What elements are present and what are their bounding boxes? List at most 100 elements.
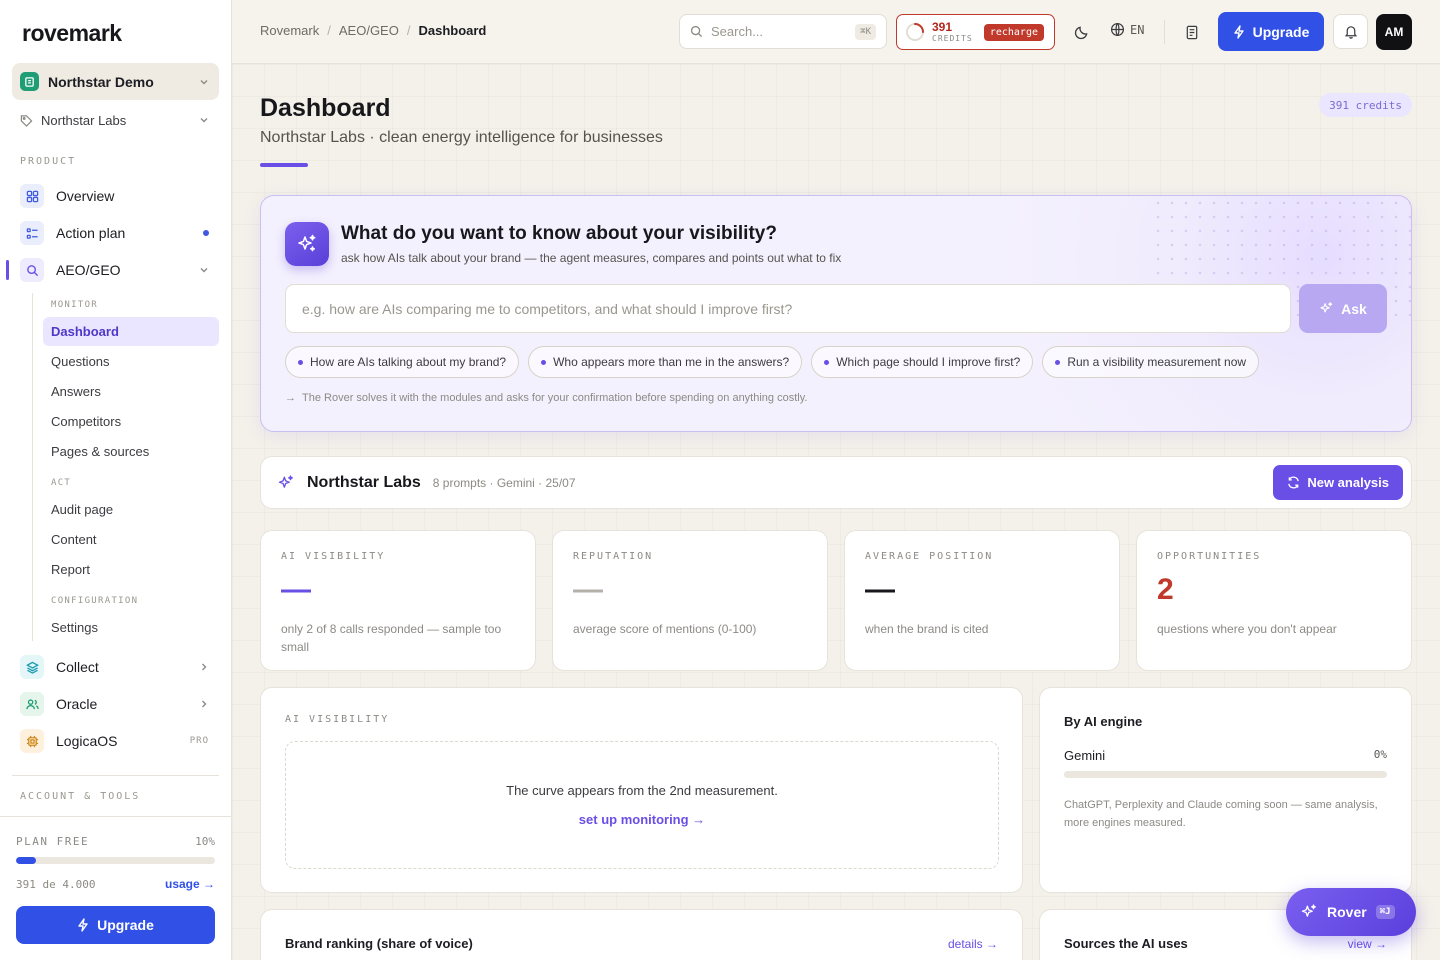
subitem-report[interactable]: Report <box>43 555 219 584</box>
document-icon[interactable] <box>1182 22 1202 42</box>
suggestion-chip[interactable]: How are AIs talking about my brand? <box>285 346 520 378</box>
active-indicator <box>6 260 9 280</box>
breadcrumb-separator: / <box>406 23 411 38</box>
chip-label: Which page should I improve first? <box>836 355 1021 369</box>
main-content: Dashboard Northstar Labs · clean energy … <box>232 64 1440 960</box>
topbar-upgrade-button[interactable]: Upgrade <box>1218 12 1324 51</box>
usage-link[interactable]: usage → <box>165 877 215 891</box>
visibility-empty-state: The curve appears from the 2nd measureme… <box>285 741 999 869</box>
list-icon <box>20 221 44 245</box>
chip-label: Run a visibility measurement now <box>1067 355 1247 369</box>
sidebar-item-label: Overview <box>56 188 115 204</box>
moon-icon[interactable] <box>1071 22 1091 42</box>
kpi-value: — <box>865 573 895 606</box>
sidebar-item-aeo-geo[interactable]: AEO/GEO <box>20 256 219 284</box>
breadcrumb-current: Dashboard <box>418 23 487 38</box>
sidebar: rovemark Northstar Demo Northstar Labs P… <box>0 0 232 960</box>
breadcrumb-item[interactable]: Rovemark <box>260 23 319 38</box>
subitem-audit-page[interactable]: Audit page <box>43 495 219 524</box>
language-select[interactable]: EN <box>1110 22 1144 37</box>
search-icon <box>690 25 703 38</box>
chip-dot <box>298 359 303 365</box>
ask-input[interactable]: e.g. how are AIs comparing me to competi… <box>285 284 1291 333</box>
sidebar-item-logicaos[interactable]: LogicaOS PRO <box>20 727 219 755</box>
visibility-card: AI VISIBILITY The curve appears from the… <box>260 687 1023 893</box>
globe-icon <box>1110 22 1125 37</box>
plan-count: 391 de 4.000 <box>16 878 96 891</box>
workspace-select[interactable]: Northstar Demo <box>12 63 219 100</box>
plan-progress-fill <box>16 857 36 864</box>
search-shortcut: ⌘K <box>855 23 876 40</box>
suggestion-chip[interactable]: Who appears more than me in the answers? <box>528 346 803 378</box>
new-analysis-label: New analysis <box>1307 475 1389 490</box>
subitem-pages-sources[interactable]: Pages & sources <box>43 437 219 466</box>
search-input[interactable]: Search... ⌘K <box>679 14 887 49</box>
credits-widget[interactable]: 391 CREDITS recharge <box>896 14 1055 50</box>
breadcrumb-item[interactable]: AEO/GEO <box>339 23 399 38</box>
sparkles-icon <box>1320 302 1333 313</box>
recharge-button[interactable]: recharge <box>983 23 1044 41</box>
arrow-right-icon: → <box>285 392 296 404</box>
kpi-description: only 2 of 8 calls responded — sample too… <box>281 622 502 654</box>
sidebar-item-label: Action plan <box>56 225 126 241</box>
subitem-dashboard[interactable]: Dashboard <box>43 317 219 346</box>
brand-meta: 8 prompts · Gemini · 25/07 <box>432 475 576 490</box>
chip-label: How are AIs talking about my brand? <box>310 355 507 369</box>
sidebar-item-action-plan[interactable]: Action plan <box>20 219 219 247</box>
bell-icon <box>1344 26 1357 39</box>
suggestion-chips: How are AIs talking about my brand? Who … <box>285 346 1260 378</box>
subitem-content[interactable]: Content <box>43 525 219 554</box>
ask-note: → The Rover solves it with the modules an… <box>285 392 807 404</box>
ask-subtitle: ask how AIs talk about your brand — the … <box>341 251 842 265</box>
sidebar-upgrade-button[interactable]: Upgrade <box>16 906 215 944</box>
kpi-description: questions where you don't appear <box>1157 622 1337 636</box>
chip-dot <box>824 359 830 365</box>
bolt-icon <box>78 918 88 932</box>
chip-icon <box>20 729 44 753</box>
chevron-right-icon <box>202 700 207 708</box>
credits-text: 391 CREDITS <box>932 21 973 43</box>
divider <box>0 816 232 817</box>
chip-dot <box>541 359 547 365</box>
ask-note-text: The Rover solves it with the modules and… <box>302 392 808 404</box>
page-subtitle: Northstar Labs · clean energy intelligen… <box>260 129 663 146</box>
suggestion-chip[interactable]: Run a visibility measurement now <box>1042 346 1260 378</box>
submenu-line <box>32 293 33 641</box>
subitem-answers[interactable]: Answers <box>43 377 219 406</box>
avatar[interactable]: AM <box>1376 14 1412 50</box>
chevron-down-icon <box>200 268 208 273</box>
kpi-card-reputation: REPUTATION — average score of mentions (… <box>552 530 828 671</box>
subitem-competitors[interactable]: Competitors <box>43 407 219 436</box>
workspace-label: Northstar Demo <box>48 73 154 90</box>
ranking-details-link[interactable]: details → <box>948 937 998 951</box>
kpi-card-opportunities[interactable]: OPPORTUNITIES 2 questions where you don'… <box>1136 530 1412 671</box>
new-analysis-button[interactable]: New analysis <box>1273 465 1403 500</box>
building-icon <box>20 72 39 91</box>
grid-icon <box>20 184 44 208</box>
brand-select[interactable]: Northstar Labs <box>20 110 219 130</box>
ask-button-label: Ask <box>1341 300 1367 317</box>
plan-percent: 10% <box>195 835 215 848</box>
notifications-button[interactable] <box>1333 14 1368 49</box>
suggestion-chip[interactable]: Which page should I improve first? <box>811 346 1034 378</box>
chip-label: Who appears more than me in the answers? <box>553 355 790 369</box>
users-icon <box>20 692 44 716</box>
sidebar-item-overview[interactable]: Overview <box>20 182 219 210</box>
chevron-down-icon <box>200 79 208 84</box>
plan-label: PLAN FREE <box>16 835 90 848</box>
setup-monitoring-link[interactable]: set up monitoring → <box>579 812 705 827</box>
sidebar-item-collect[interactable]: Collect <box>20 653 219 681</box>
ask-button[interactable]: Ask <box>1299 284 1387 333</box>
upgrade-label: Upgrade <box>97 917 154 933</box>
language-label: EN <box>1130 22 1145 37</box>
sources-view-link[interactable]: view → <box>1348 937 1387 951</box>
notification-dot <box>203 230 209 236</box>
subitem-settings[interactable]: Settings <box>43 613 219 642</box>
sidebar-item-label: Oracle <box>56 696 98 712</box>
sidebar-item-oracle[interactable]: Oracle <box>20 690 219 718</box>
ranking-card: Brand ranking (share of voice) details → <box>260 909 1023 960</box>
app-logo[interactable]: rovemark <box>22 20 122 47</box>
subitem-questions[interactable]: Questions <box>43 347 219 376</box>
topbar: Rovemark / AEO/GEO / Dashboard Search...… <box>232 0 1440 64</box>
rover-button[interactable]: Rover ⌘J <box>1286 888 1416 936</box>
